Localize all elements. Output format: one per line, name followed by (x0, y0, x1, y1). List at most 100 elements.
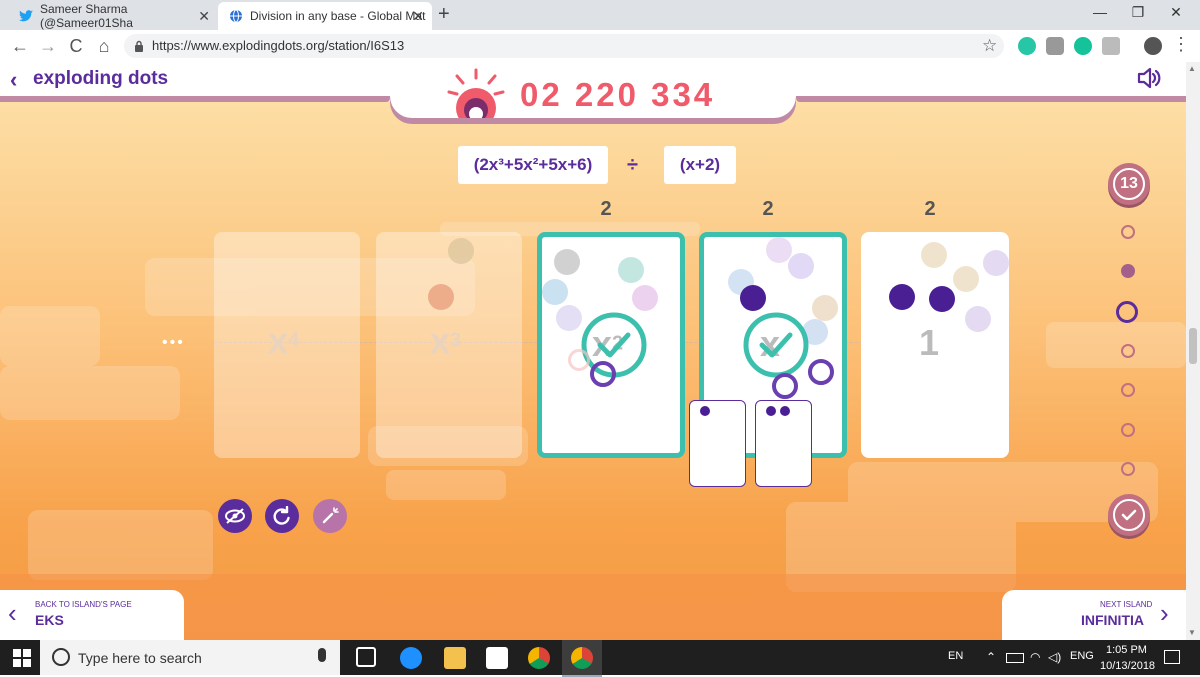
extension-box-icon[interactable] (1102, 37, 1120, 55)
column-card-1[interactable]: 1 (861, 232, 1009, 458)
more-columns-ellipsis: ••• (162, 334, 185, 351)
progress-step[interactable] (1121, 462, 1135, 476)
input-language[interactable]: EN (948, 650, 963, 662)
divisor-minicard-1[interactable] (755, 400, 812, 487)
reset-button[interactable] (265, 499, 299, 533)
mail-icon[interactable] (486, 647, 508, 669)
file-explorer-icon[interactable] (444, 647, 466, 669)
volume-icon[interactable]: ◁) (1048, 650, 1061, 664)
next-island-name[interactable]: INFINITIA (1081, 612, 1144, 628)
header-shadow-right (796, 96, 1186, 102)
header-shadow-left (0, 96, 390, 102)
windows-start-icon[interactable] (12, 648, 32, 668)
brand-title[interactable]: exploding dots (33, 68, 168, 90)
scrollbar-thumb[interactable] (1189, 328, 1197, 364)
progress-step[interactable] (1121, 423, 1135, 437)
tab-division[interactable]: Division in any base - Global Mat ✕ (218, 2, 432, 30)
divisor-box: (x+2) (664, 146, 736, 184)
ghost-dot (428, 284, 454, 310)
progress-step-current[interactable] (1116, 301, 1138, 323)
task-view-icon[interactable] (356, 647, 376, 667)
eye-slash-icon (225, 508, 245, 524)
wifi-icon[interactable]: ◠ (1030, 650, 1040, 664)
speaker-icon[interactable] (1136, 66, 1162, 90)
dividend-text: (2x³+5x²+5x+6) (473, 155, 593, 174)
anti-dot[interactable] (590, 361, 616, 387)
dividend-box: (2x³+5x²+5x+6) (458, 146, 608, 184)
dot (766, 406, 776, 416)
ghost-anti-dot (568, 349, 590, 371)
chrome-icon[interactable] (528, 647, 550, 669)
hide-button[interactable] (218, 499, 252, 533)
progress-step[interactable] (1121, 383, 1135, 397)
ghost-dot (448, 238, 474, 264)
microphone-icon[interactable] (318, 648, 326, 662)
tab-label: Sameer Sharma (@Sameer01Sha (40, 2, 133, 30)
twitter-icon (19, 10, 33, 22)
dot (700, 406, 710, 416)
back-island-name[interactable]: EKS (35, 612, 64, 628)
anti-dot[interactable] (772, 373, 798, 399)
edge-icon[interactable] (400, 647, 422, 669)
new-tab-button[interactable]: + (438, 3, 450, 26)
taskbar-search-placeholder[interactable]: Type here to search (78, 650, 202, 666)
maximize-button[interactable]: ❐ (1118, 4, 1158, 21)
ghost-dot (766, 237, 792, 263)
scroll-down-icon[interactable]: ▼ (1188, 628, 1196, 637)
back-to-island-link[interactable] (0, 590, 184, 640)
anti-dot[interactable] (808, 359, 834, 385)
grammarly-icon[interactable] (1074, 37, 1092, 55)
close-tab-icon[interactable]: ✕ (198, 8, 210, 25)
divisor-text: (x+2) (679, 155, 721, 174)
notifications-icon[interactable] (1164, 650, 1180, 664)
tab-label: Division in any base - Global Mat (250, 9, 426, 23)
dot[interactable] (929, 286, 955, 312)
chevron-left-icon[interactable]: ‹ (8, 598, 17, 629)
forward-button[interactable]: → (36, 36, 60, 57)
battery-icon[interactable] (1006, 653, 1024, 663)
clock-date[interactable]: 10/13/2018 (1100, 660, 1155, 672)
score-counter: 02 220 334 (520, 76, 716, 113)
dot[interactable] (740, 285, 766, 311)
keyboard-language[interactable]: ENG (1070, 650, 1094, 662)
ghost-dot (953, 266, 979, 292)
chevron-right-icon[interactable]: › (1160, 598, 1169, 629)
ghost-dot (554, 249, 580, 275)
check-ring-icon (581, 312, 647, 378)
finish-badge[interactable] (1108, 494, 1150, 536)
progress-step[interactable] (1121, 344, 1135, 358)
progress-step[interactable] (1121, 225, 1135, 239)
extension-shield-icon[interactable] (1046, 37, 1064, 55)
bookmark-star-icon[interactable]: ☆ (982, 36, 997, 56)
close-tab-icon[interactable]: ✕ (412, 8, 424, 25)
progress-step-completed[interactable] (1121, 264, 1135, 278)
dot (780, 406, 790, 416)
cortana-icon (52, 648, 70, 666)
level-number: 13 (1113, 168, 1145, 200)
back-chevron-icon[interactable]: ‹ (10, 67, 17, 93)
column-card-x4[interactable]: x4 (214, 232, 360, 458)
magic-wand-button[interactable] (313, 499, 347, 533)
back-button[interactable]: ← (8, 36, 32, 57)
account-icon[interactable] (1144, 37, 1162, 55)
scroll-up-icon[interactable]: ▲ (1188, 64, 1196, 73)
divisor-minicard-x[interactable] (689, 400, 746, 487)
chrome-icon[interactable] (571, 647, 593, 669)
column-card-x2[interactable]: x2 (537, 232, 685, 458)
extension-m-icon[interactable] (1018, 37, 1036, 55)
column-card-x3[interactable]: x3 (376, 232, 522, 458)
power-label: 1 (919, 322, 940, 363)
tab-twitter[interactable]: Sameer Sharma (@Sameer01Sha ✕ (8, 2, 218, 30)
column-count-x: 2 (762, 198, 774, 220)
home-button[interactable]: ⌂ (92, 36, 116, 57)
clock-time[interactable]: 1:05 PM (1106, 644, 1147, 656)
level-badge: 13 (1108, 163, 1150, 205)
dot[interactable] (889, 284, 915, 310)
reload-button[interactable]: C (64, 36, 88, 57)
divide-sign: ÷ (627, 154, 638, 176)
close-window-button[interactable]: ✕ (1156, 4, 1196, 21)
url-text[interactable]: https://www.explodingdots.org/station/I6… (152, 38, 404, 53)
menu-kebab-icon[interactable]: ⋮ (1172, 34, 1190, 55)
tray-chevron-icon[interactable]: ⌃ (986, 650, 996, 664)
minimize-button[interactable]: — (1080, 4, 1120, 20)
